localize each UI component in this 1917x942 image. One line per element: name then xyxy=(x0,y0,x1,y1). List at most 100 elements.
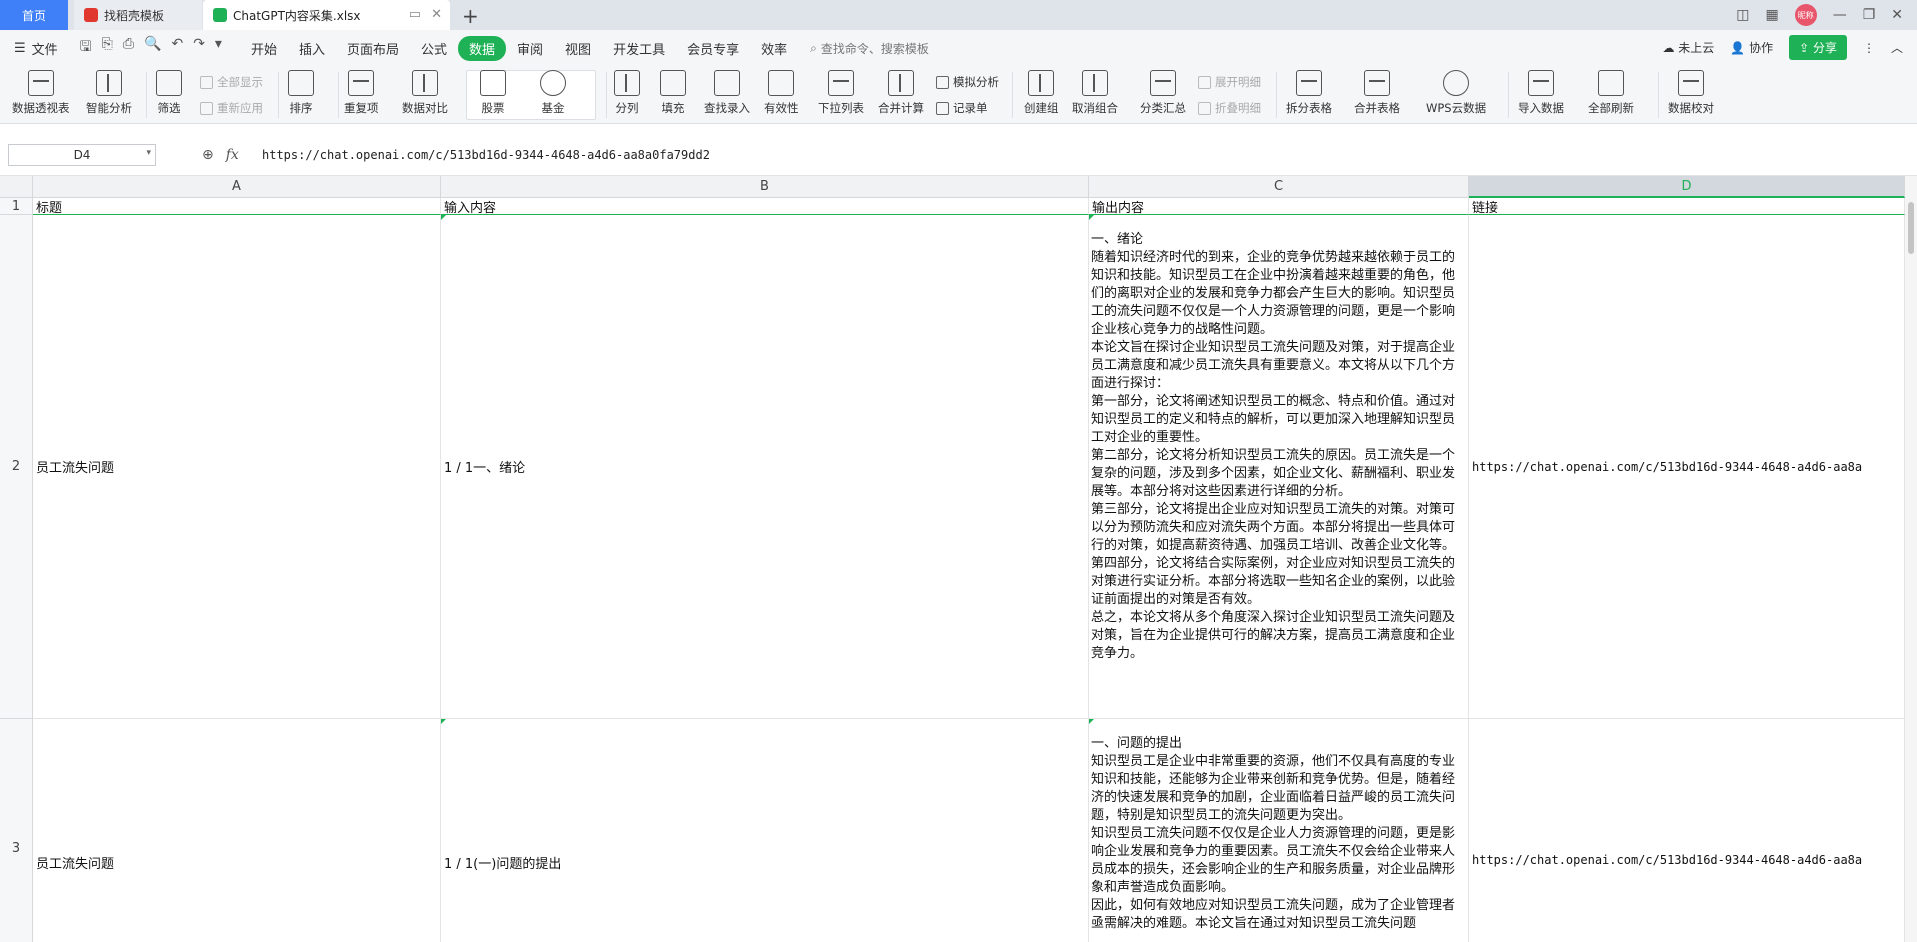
stock-button[interactable]: 股票 xyxy=(480,70,506,116)
cell-b2[interactable]: 1 / 1一、绪论 xyxy=(441,215,1089,719)
row-header-2[interactable]: 2 xyxy=(0,215,33,719)
column-header-a[interactable]: A xyxy=(33,176,441,198)
subtotal-button[interactable]: 分类汇总 xyxy=(1140,70,1186,116)
print-icon[interactable]: ⎙ xyxy=(123,36,134,60)
column-header-d[interactable]: D xyxy=(1469,176,1905,198)
create-group-button[interactable]: 创建组 xyxy=(1024,70,1059,116)
import-data-button[interactable]: 导入数据 xyxy=(1518,70,1564,116)
fund-button[interactable]: 基金 xyxy=(540,70,566,116)
tab-template[interactable]: 找稻壳模板 xyxy=(74,0,202,30)
cell-d3[interactable]: https://chat.openai.com/c/513bd16d-9344-… xyxy=(1469,719,1905,942)
merge-table-button[interactable]: 合并表格 xyxy=(1354,70,1400,116)
tab-close-icon[interactable]: ✕ xyxy=(431,7,442,22)
new-tab-icon[interactable]: + xyxy=(462,4,479,28)
preview-icon[interactable]: 🔍 xyxy=(144,36,161,60)
cell-a3[interactable]: 员工流失问题 xyxy=(33,719,441,942)
row-header-3[interactable]: 3 xyxy=(0,719,33,942)
collapse-ribbon-icon[interactable]: ︿ xyxy=(1891,39,1903,56)
collapse-detail-button[interactable]: 折叠明细 xyxy=(1198,100,1261,116)
tab-home[interactable]: 首页 xyxy=(0,0,68,30)
record-sheet-button[interactable]: 记录单 xyxy=(936,100,988,116)
cell-a1[interactable]: 标题 xyxy=(33,198,441,215)
chevron-down-icon[interactable]: ▾ xyxy=(146,148,151,158)
tab-insert[interactable]: 插入 xyxy=(288,36,336,61)
grid-apps-icon[interactable]: ▦ xyxy=(1765,7,1778,23)
customize-icon[interactable]: ▾ xyxy=(215,36,222,60)
zoom-icon[interactable]: ⊕ xyxy=(202,147,214,163)
ribbon-divider xyxy=(278,72,279,118)
avatar[interactable]: 昵称 xyxy=(1794,4,1817,26)
show-all-button[interactable]: 全部显示 xyxy=(200,74,263,90)
ungroup-button[interactable]: 取消组合 xyxy=(1072,70,1118,116)
fund-coin-icon xyxy=(540,70,566,96)
pivot-table-button[interactable]: 数据透视表 xyxy=(12,70,70,116)
select-all-corner[interactable] xyxy=(0,176,33,198)
tab-page-layout[interactable]: 页面布局 xyxy=(336,36,410,61)
simulate-analysis-button[interactable]: 模拟分析 xyxy=(936,74,999,90)
export-icon[interactable]: ⎘ xyxy=(102,36,113,60)
validity-button[interactable]: 有效性 xyxy=(764,70,799,116)
fill-button[interactable]: 填充 xyxy=(660,70,686,116)
formula-input[interactable]: https://chat.openai.com/c/513bd16d-9344-… xyxy=(262,148,710,162)
column-header-c[interactable]: C xyxy=(1089,176,1469,198)
vertical-scrollbar[interactable] xyxy=(1905,176,1917,942)
cell-d2[interactable]: https://chat.openai.com/c/513bd16d-9344-… xyxy=(1469,215,1905,719)
sort-button[interactable]: 排序 xyxy=(288,70,314,116)
cell-c3[interactable]: 一、问题的提出 知识型员工是企业中非常重要的资源，他们不仅具有高度的专业知识和技… xyxy=(1089,719,1469,942)
tab-file[interactable]: ChatGPT内容采集.xlsx ▭ ✕ xyxy=(203,0,450,30)
lookup-entry-button[interactable]: 查找录入 xyxy=(704,70,750,116)
cloud-status[interactable]: ☁ 未上云 xyxy=(1662,39,1714,56)
more-icon[interactable]: ⋮ xyxy=(1863,41,1875,55)
column-header-b[interactable]: B xyxy=(441,176,1089,198)
split-table-button[interactable]: 拆分表格 xyxy=(1286,70,1332,116)
scrollbar-thumb[interactable] xyxy=(1908,202,1914,254)
cell-b1[interactable]: 输入内容 xyxy=(441,198,1089,215)
simulate-label: 模拟分析 xyxy=(953,75,999,89)
file-menu[interactable]: ☰ 文件 xyxy=(14,39,58,58)
layout-icon[interactable]: ◫ xyxy=(1736,7,1749,23)
tab-view[interactable]: 视图 xyxy=(554,36,602,61)
close-window-icon[interactable]: ✕ xyxy=(1891,7,1903,23)
data-proof-button[interactable]: 数据校对 xyxy=(1668,70,1714,116)
share-button[interactable]: ⇪ 分享 xyxy=(1789,35,1847,60)
cell-c2[interactable]: 一、绪论 随着知识经济时代的到来，企业的竞争优势越来越依赖于员工的知识和技能。知… xyxy=(1089,215,1469,719)
file-menu-label: 文件 xyxy=(31,42,58,58)
expand-detail-button[interactable]: 展开明细 xyxy=(1198,74,1261,90)
tab-data[interactable]: 数据 xyxy=(458,35,507,61)
split-column-button[interactable]: 分列 xyxy=(614,70,640,116)
cell-b3[interactable]: 1 / 1(一)问题的提出 xyxy=(441,719,1089,942)
smart-analysis-button[interactable]: 智能分析 xyxy=(86,70,132,116)
undo-icon[interactable]: ↶ xyxy=(171,36,183,60)
dropdown-list-button[interactable]: 下拉列表 xyxy=(818,70,864,116)
tab-formula[interactable]: 公式 xyxy=(410,36,458,61)
cell-d1[interactable]: 链接 xyxy=(1469,198,1905,215)
simulate-icon xyxy=(936,75,949,89)
restore-icon[interactable]: ❐ xyxy=(1863,7,1876,23)
function-icon[interactable]: fx xyxy=(226,147,239,163)
tab-member[interactable]: 会员专享 xyxy=(676,36,750,61)
tab-developer[interactable]: 开发工具 xyxy=(602,36,676,61)
collab-button[interactable]: 👤 协作 xyxy=(1730,39,1773,56)
name-box[interactable]: D4 ▾ xyxy=(8,144,156,166)
tab-review[interactable]: 审阅 xyxy=(506,36,554,61)
redo-icon[interactable]: ↷ xyxy=(193,36,205,60)
name-box-value: D4 xyxy=(73,148,91,162)
row-header-1[interactable]: 1 xyxy=(0,198,33,215)
wps-cloud-data-button[interactable]: WPS云数据 xyxy=(1426,70,1486,116)
reapply-button[interactable]: 重新应用 xyxy=(200,100,263,116)
compare-button[interactable]: 数据对比 xyxy=(402,70,448,116)
refresh-all-label: 全部刷新 xyxy=(1588,101,1634,115)
tab-start[interactable]: 开始 xyxy=(240,36,288,61)
save-icon[interactable]: 🖫 xyxy=(80,36,92,60)
minimize-icon[interactable]: — xyxy=(1833,7,1847,23)
duplicates-button[interactable]: 重复项 xyxy=(344,70,379,116)
tab-efficiency[interactable]: 效率 xyxy=(750,36,798,61)
command-search[interactable]: ⌕ 查找命令、搜索模板 xyxy=(810,40,929,57)
cell-c1[interactable]: 输出内容 xyxy=(1089,198,1469,215)
filter-button[interactable]: 筛选 xyxy=(156,70,182,116)
ungroup-label: 取消组合 xyxy=(1072,101,1118,115)
cell-a2[interactable]: 员工流失问题 xyxy=(33,215,441,719)
refresh-all-button[interactable]: 全部刷新 xyxy=(1588,70,1634,116)
tab-pin-icon[interactable]: ▭ xyxy=(409,7,421,22)
merge-calc-button[interactable]: 合并计算 xyxy=(878,70,924,116)
